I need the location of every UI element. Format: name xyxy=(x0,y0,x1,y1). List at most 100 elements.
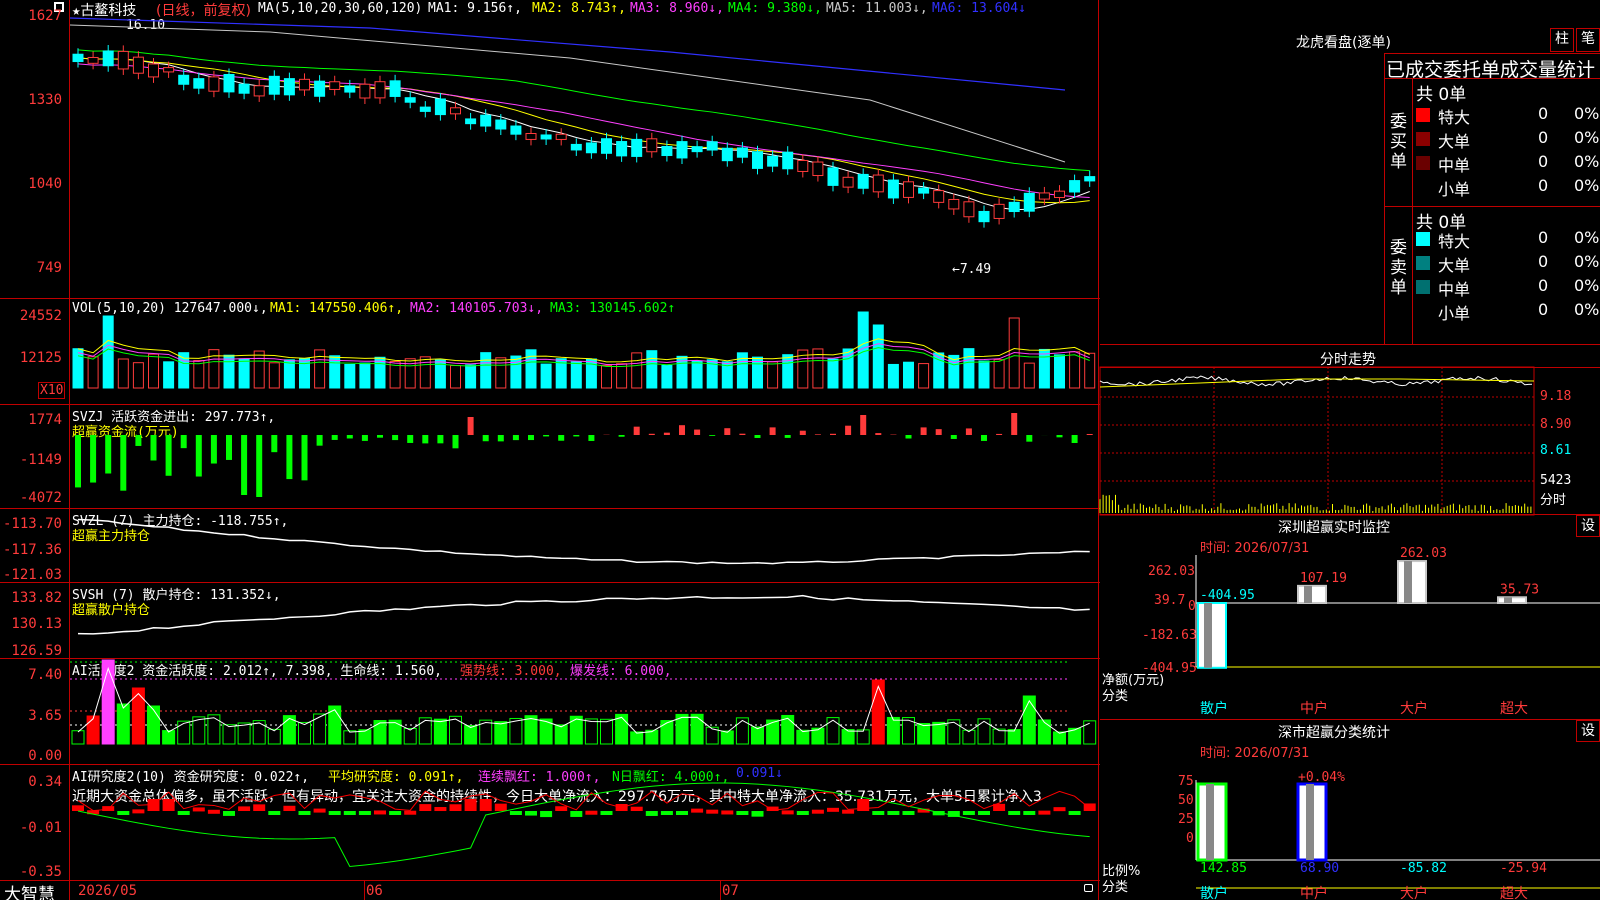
intraday-chart[interactable] xyxy=(1099,366,1540,516)
svzj-bar xyxy=(528,435,534,441)
szs-category: 超大 xyxy=(1500,886,1528,900)
buy-row-name: 小单 xyxy=(1438,180,1471,199)
candle-body xyxy=(842,176,854,188)
svzj-bar xyxy=(392,435,399,441)
ai-research-bar xyxy=(132,809,145,814)
sell-row-pct: 0% xyxy=(1574,300,1600,319)
volume-bar xyxy=(1054,354,1065,389)
sz-stats-chart[interactable]: 142.85 散户 68.90 中户 -85.82 大户 -25.94 超大 xyxy=(1195,760,1600,900)
sell-row-val: 0 xyxy=(1538,276,1549,295)
svsh-tick: 126.59 xyxy=(11,643,62,659)
sz-monitor-chart[interactable]: -404.95 散户 107.19 中户 262.03 大户 35.73 超大 xyxy=(1195,546,1600,720)
candle-body xyxy=(450,107,461,115)
ai-research-bars[interactable] xyxy=(70,765,1098,880)
svzl-line[interactable] xyxy=(70,509,1098,582)
ai-active-tick: 7.40 xyxy=(28,667,62,683)
ai-active-bar xyxy=(449,715,462,745)
volume-bar xyxy=(1069,351,1081,389)
ai-research-bar xyxy=(540,811,553,818)
volume-bar xyxy=(253,350,265,389)
ai-research-bar xyxy=(358,811,371,815)
intraday-frame xyxy=(1099,366,1535,516)
svzj-bar xyxy=(135,435,142,446)
ai-research-bar xyxy=(811,809,824,814)
sell-row-swatch xyxy=(1416,304,1430,318)
volume-bars[interactable] xyxy=(70,299,1098,404)
ai-research-bar xyxy=(585,810,598,815)
tick-mode-button[interactable]: 笔 xyxy=(1576,28,1600,52)
ai-active-bar xyxy=(751,726,764,745)
intraday-panel[interactable]: 分时走势 9.18 8.90 8.61 5423 分时 xyxy=(1099,345,1600,516)
volume-bar xyxy=(419,356,431,389)
ai-active-bar xyxy=(932,721,946,745)
intraday-avg-line xyxy=(1099,378,1535,388)
sell-row-swatch xyxy=(1416,232,1430,246)
candle-body xyxy=(1084,176,1096,182)
sell-label: 委卖单 xyxy=(1390,238,1407,298)
candle-body xyxy=(631,138,643,157)
ai-research-bar xyxy=(102,806,115,811)
volume-bar xyxy=(163,361,175,389)
price-tick: 1040 xyxy=(28,176,62,192)
intraday-unit: 分时 xyxy=(1540,493,1567,508)
svsh-tick: 133.82 xyxy=(11,590,62,606)
svzj-bar xyxy=(256,435,263,497)
price-candles[interactable] xyxy=(69,0,1098,298)
candle-body xyxy=(948,198,960,210)
ai-research-bar xyxy=(691,808,704,813)
dragon-title: 龙虎看盘(逐单) xyxy=(1296,35,1391,51)
ai-research-bar xyxy=(313,808,326,813)
sz-monitor-settings-button[interactable]: 设 xyxy=(1576,515,1600,537)
svzj-bar xyxy=(331,435,338,440)
main-chart-area[interactable]: ★古鳌科技 (日线，前复权) MA(5,10,20,30,60,120) MA1… xyxy=(0,0,1100,900)
szm-category: 大户 xyxy=(1400,700,1428,717)
szm-bar-label: 107.19 xyxy=(1300,571,1347,586)
svzj-bars[interactable] xyxy=(70,405,1098,508)
candle-body xyxy=(555,133,567,140)
lock-icon[interactable] xyxy=(1084,884,1093,892)
ai-research-tick: -0.35 xyxy=(19,864,62,880)
szm-bar-shade xyxy=(1204,603,1212,668)
sell-row-swatch xyxy=(1416,256,1430,270)
svzj-bar xyxy=(165,435,172,476)
svzj-bar xyxy=(784,435,791,438)
sz-stats-panel[interactable]: 深市超赢分类统计 设 时间: 2026/07/31 75 50 25 0 +0.… xyxy=(1100,720,1600,900)
sz-stats-settings-button[interactable]: 设 xyxy=(1576,720,1600,742)
ai-research-bar xyxy=(283,805,296,811)
ai-active-tick: 3.65 xyxy=(28,708,62,724)
dragon-panel: 龙虎看盘(逐单) 柱 笔 已成交委托单成交量统计 共 0单 委买单 共 0单 委… xyxy=(1100,0,1600,345)
buy-row-val: 0 xyxy=(1538,152,1549,171)
svzj-bar xyxy=(210,435,217,464)
ai-research-bar xyxy=(751,811,764,817)
svzj-bar xyxy=(377,435,383,438)
sz-monitor-panel[interactable]: 深圳超赢实时监控 设 时间: 2026/07/31 262.03 39.7 0 … xyxy=(1100,515,1600,720)
volume-bar xyxy=(616,363,628,389)
ai-active-bar xyxy=(917,723,931,745)
ai-active-bars[interactable] xyxy=(70,659,1098,764)
bar-mode-button[interactable]: 柱 xyxy=(1550,28,1574,52)
ai-active-bar xyxy=(131,687,145,745)
svzj-bar xyxy=(981,435,987,441)
sz-monitor-title: 深圳超赢实时监控 xyxy=(1278,520,1390,536)
svzl-line-path xyxy=(77,518,1090,565)
ai-active-bar xyxy=(373,720,387,745)
ai-active-bar xyxy=(177,720,191,745)
volume-bar xyxy=(87,356,99,389)
sell-row-name: 小单 xyxy=(1438,304,1471,323)
ai-research-bar xyxy=(268,811,281,815)
candle-body xyxy=(72,53,84,63)
candle-body xyxy=(314,80,326,97)
vol-multiplier[interactable]: X10 xyxy=(38,382,66,399)
buy-row-swatch xyxy=(1416,180,1430,194)
candle-body xyxy=(661,145,673,157)
svzj-bar xyxy=(633,426,640,435)
szm-bar-shade xyxy=(1404,561,1412,603)
candle-body xyxy=(253,85,265,97)
svzj-tick: 1774 xyxy=(28,412,62,428)
svsh-line[interactable] xyxy=(70,583,1098,658)
svzj-bar xyxy=(512,435,519,441)
volume-bar xyxy=(480,352,492,389)
svzj-bar xyxy=(120,435,127,491)
szm-bar-label: 262.03 xyxy=(1400,546,1447,561)
svzj-bar xyxy=(1056,435,1063,438)
